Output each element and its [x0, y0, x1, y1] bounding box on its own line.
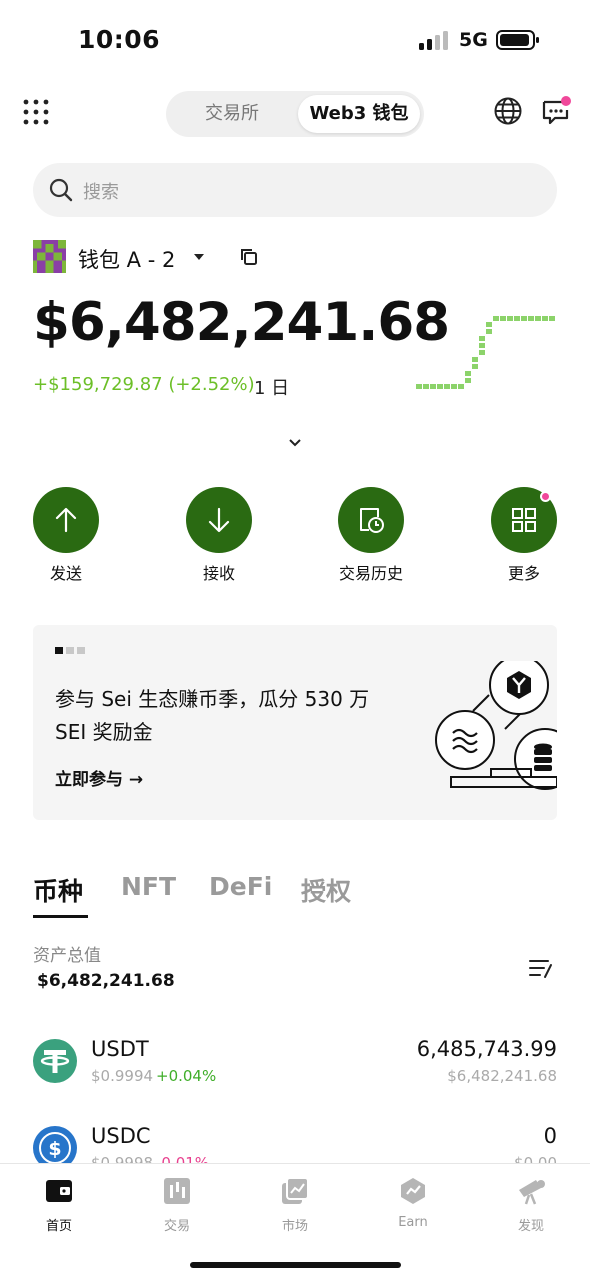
apps-icon	[512, 508, 536, 532]
discover-icon	[519, 1180, 545, 1205]
token-symbol: USDC	[91, 1124, 151, 1148]
receive-label: 接收	[202, 564, 235, 583]
tab-nft[interactable]: NFT	[121, 872, 176, 901]
token-value: $6,482,241.68	[447, 1067, 557, 1085]
arrow-up-icon	[55, 507, 77, 533]
send-label: 发送	[49, 564, 82, 583]
receive-button[interactable]: 接收	[169, 487, 269, 584]
nav-earn[interactable]: Earn	[368, 1176, 458, 1230]
mode-switcher: 交易所 Web3 钱包	[166, 91, 424, 137]
usdt-icon	[33, 1039, 77, 1083]
tab-exchange[interactable]: 交易所	[172, 95, 292, 133]
history-label: 交易历史	[338, 564, 403, 583]
wallet-icon	[46, 1180, 72, 1202]
more-button[interactable]: 更多	[474, 487, 574, 584]
nav-market-label: 市场	[281, 1219, 308, 1234]
receive-circle	[186, 487, 252, 553]
history-icon	[360, 508, 384, 533]
pager-dot	[66, 647, 74, 654]
nav-earn-label: Earn	[398, 1215, 428, 1230]
token-symbol: USDT	[91, 1037, 149, 1061]
wallet-name: 钱包 A - 2	[78, 248, 176, 272]
pager-dot-active	[55, 647, 63, 654]
nav-trade-label: 交易	[163, 1219, 190, 1234]
notification-dot	[540, 491, 551, 502]
top-header: 交易所 Web3 钱包	[0, 88, 590, 140]
battery-icon	[496, 30, 539, 50]
tab-coins[interactable]: 币种	[33, 872, 83, 908]
asset-tabs: 币种 NFT DeFi 授权	[33, 868, 573, 920]
history-button[interactable]: 交易历史	[321, 487, 421, 584]
earn-icon	[401, 1178, 425, 1204]
balance-sparkline	[416, 316, 555, 389]
total-assets-value: $6,482,241.68	[37, 971, 175, 991]
token-change: +0.04%	[156, 1067, 217, 1085]
total-assets-label: 资产总值	[33, 946, 101, 966]
network-type: 5G	[459, 29, 488, 51]
expand-chevron-icon[interactable]	[287, 437, 303, 449]
coins-illustration-icon	[435, 661, 557, 790]
period-selector[interactable]: 1 日	[254, 374, 289, 400]
token-row-usdt[interactable]: USDT $0.9994 +0.04% 6,485,743.99 $6,482,…	[0, 1037, 590, 1109]
send-circle	[33, 487, 99, 553]
banner-pager	[55, 647, 85, 654]
send-button[interactable]: 发送	[16, 487, 116, 584]
copy-icon[interactable]	[239, 247, 259, 267]
search-placeholder: 搜索	[83, 182, 119, 203]
globe-icon[interactable]	[493, 96, 523, 126]
caret-down-icon	[194, 254, 204, 260]
token-price: $0.9994	[91, 1067, 154, 1085]
more-label: 更多	[507, 564, 540, 583]
active-tab-underline	[33, 915, 88, 918]
action-row: 发送 接收 交易历史 更多	[0, 487, 590, 587]
sort-icon[interactable]	[528, 957, 554, 981]
trade-icon	[164, 1178, 190, 1204]
promo-banner[interactable]: 参与 Sei 生态赚币季，瓜分 530 万 SEI 奖励金 立即参与 →	[33, 625, 557, 820]
message-icon[interactable]	[541, 96, 571, 126]
status-bar: 10:06 5G	[0, 0, 590, 80]
more-circle	[491, 487, 557, 553]
wallet-selector[interactable]: 钱包 A - 2	[33, 240, 333, 274]
svg-text:$: $	[48, 1138, 61, 1160]
menu-grid-icon[interactable]	[22, 98, 50, 126]
balance-change: +$159,729.87 (+2.52%)	[33, 374, 255, 395]
nav-discover-label: 发现	[517, 1219, 544, 1234]
token-amount: 6,485,743.99	[416, 1037, 557, 1061]
tab-defi[interactable]: DeFi	[209, 872, 272, 901]
banner-title: 参与 Sei 生态赚币季，瓜分 530 万 SEI 奖励金	[55, 687, 370, 744]
market-icon	[282, 1177, 309, 1204]
wallet-avatar	[33, 240, 66, 273]
tab-web3-wallet[interactable]: Web3 钱包	[298, 95, 420, 133]
history-circle	[338, 487, 404, 553]
nav-home-label: 首页	[45, 1219, 72, 1234]
nav-trade[interactable]: 交易	[132, 1176, 222, 1234]
tab-approvals[interactable]: 授权	[301, 872, 351, 908]
nav-home[interactable]: 首页	[14, 1176, 104, 1234]
home-indicator	[190, 1262, 401, 1268]
nav-discover[interactable]: 发现	[486, 1176, 576, 1234]
search-bar[interactable]: 搜索	[33, 163, 557, 217]
token-amount: 0	[543, 1124, 557, 1148]
banner-cta[interactable]: 立即参与 →	[55, 765, 143, 790]
arrow-down-icon	[208, 507, 230, 533]
pager-dot	[77, 647, 85, 654]
status-time: 10:06	[78, 25, 161, 54]
total-balance: $6,482,241.68	[33, 292, 450, 353]
nav-market[interactable]: 市场	[250, 1176, 340, 1234]
search-icon	[49, 178, 73, 202]
signal-icon	[419, 31, 448, 50]
